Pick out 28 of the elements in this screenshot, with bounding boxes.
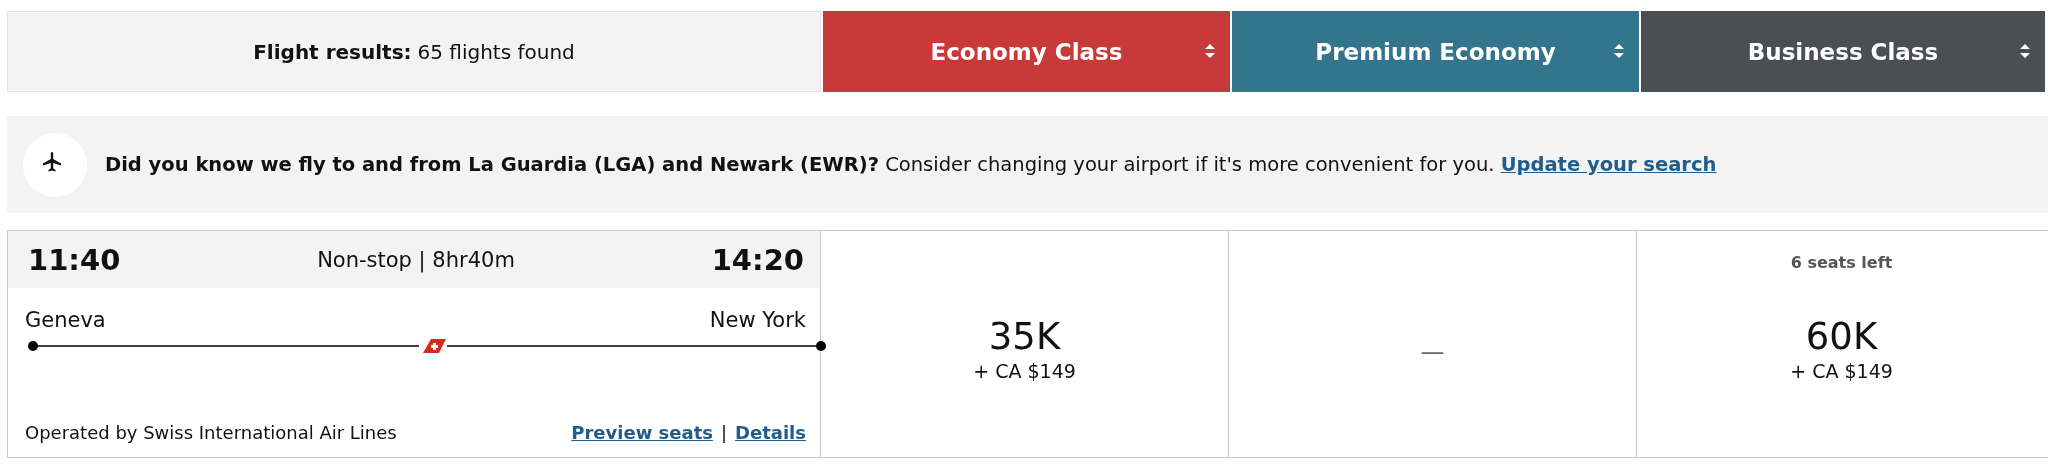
points-price: 35K	[988, 314, 1061, 358]
sort-icon	[2019, 43, 2031, 59]
departure-time: 11:40	[28, 242, 121, 277]
flight-summary: Non-stop | 8hr40m	[317, 247, 515, 272]
results-label: Flight results:	[253, 39, 412, 64]
cabin-sort-button[interactable]: Economy Class	[823, 11, 1230, 92]
notice-text: Did you know we fly to and from La Guardia (LGA) and Newark (EWR)? Consider changing your airport if it's more convenient for you. Update your search	[105, 153, 1717, 176]
points-price: 60K	[1805, 314, 1878, 358]
separator: |	[720, 422, 728, 443]
destination-city: New York	[709, 308, 806, 332]
sort-icon	[1613, 43, 1625, 59]
sort-icon	[1204, 43, 1216, 59]
seats-left-note: 6 seats left	[1790, 253, 1893, 272]
flight-link[interactable]: Preview seats	[571, 422, 713, 443]
operator-text: Operated by Swiss International Air Lines	[25, 422, 397, 443]
arrival-time: 14:20	[711, 242, 804, 277]
cash-price: + CA $149	[973, 359, 1076, 382]
results-count: 65 flights found	[417, 39, 575, 64]
flight-link[interactable]: Details	[735, 422, 806, 443]
update-search-link[interactable]: Update your search	[1500, 153, 1717, 176]
unavailable-dash: —	[1420, 338, 1445, 366]
fare-cell[interactable]: 35K + CA $149	[821, 231, 1229, 457]
cash-price: + CA $149	[1790, 359, 1893, 382]
origin-city: Geneva	[25, 308, 106, 332]
fare-cell[interactable]: —	[1229, 231, 1637, 457]
cabin-sort-button[interactable]: Premium Economy	[1232, 11, 1639, 92]
cabin-sort-button[interactable]: Business Class	[1641, 11, 2045, 92]
fare-cell[interactable]: 6 seats left 60K + CA $149	[1637, 231, 2046, 457]
